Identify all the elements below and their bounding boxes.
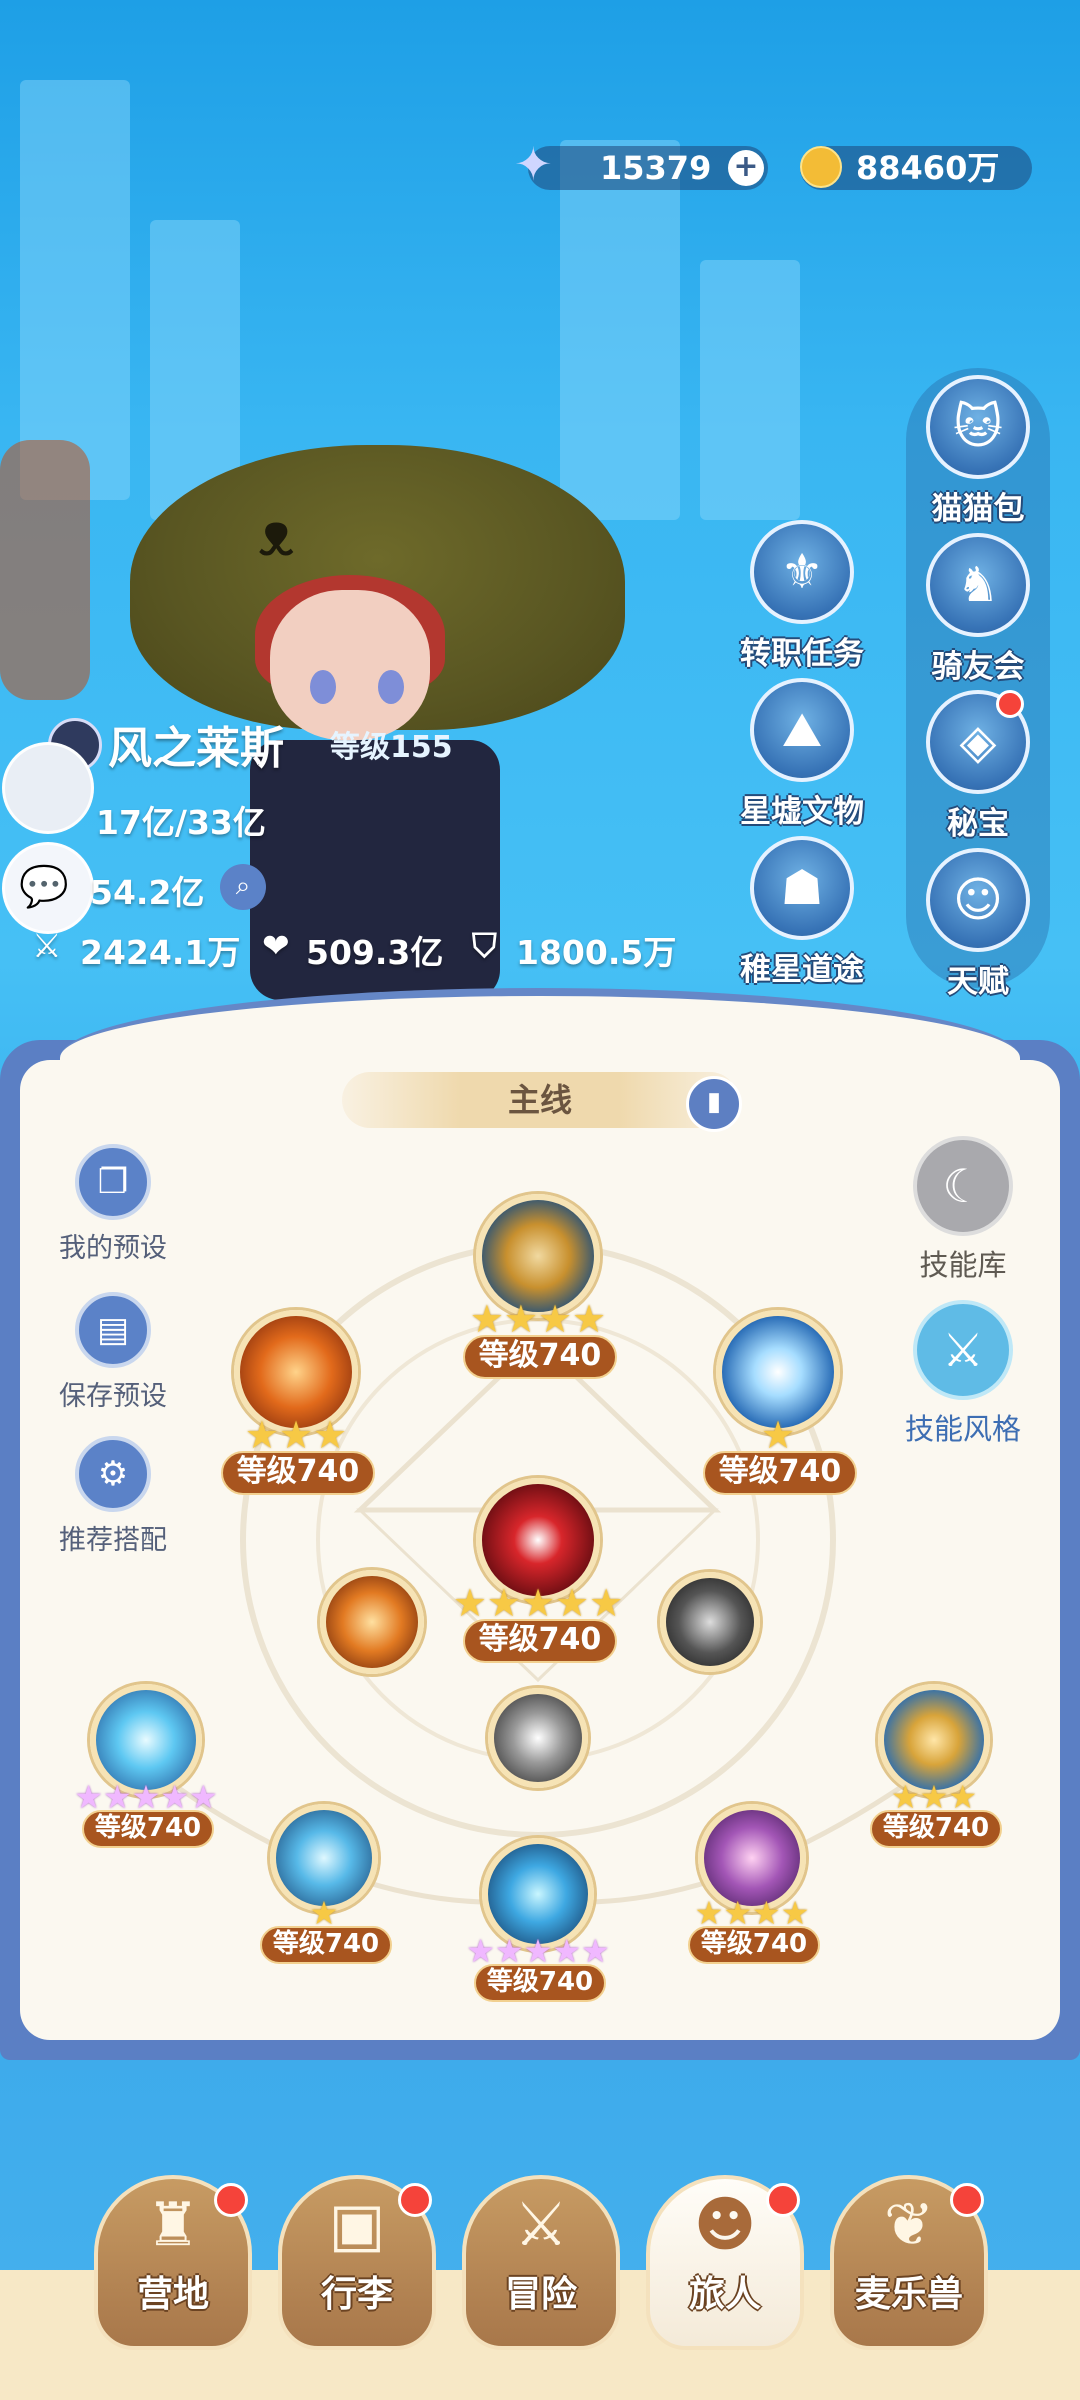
menu-horse[interactable]: ♞ 骑友会 <box>918 533 1038 686</box>
tab-mainline-label: 主线 <box>507 1081 572 1119</box>
friend-avatar[interactable] <box>2 742 94 834</box>
nav-label: 麦乐兽 <box>854 2274 963 2315</box>
sword-crystal-icon: ⚔ <box>913 1300 1013 1400</box>
player-hp: 509.3亿 <box>306 933 444 972</box>
nav-label: 行李 <box>320 2274 393 2315</box>
skill-level-badge: 等级740 <box>82 1810 214 1849</box>
chat-bubble-icon: 💬 <box>19 864 69 910</box>
nav-label: 营地 <box>136 2274 209 2315</box>
cat-bag-icon: 🐱 <box>926 375 1030 479</box>
preset-cards-icon: ❐ <box>75 1144 151 1220</box>
pet-companion[interactable] <box>0 440 90 700</box>
save-disk-icon: ▤ <box>75 1292 151 1368</box>
recommend-gears-icon: ⚙ <box>75 1436 151 1512</box>
menu-hood-face[interactable]: ☗ 稚星道途 <box>732 836 872 989</box>
skill-fire-orb-small-icon[interactable] <box>320 1570 424 1674</box>
notification-dot <box>766 2183 800 2217</box>
star-currency-bar: ✦ 15379 + <box>514 141 768 190</box>
notification-dot <box>214 2183 248 2217</box>
player-name: 风之莱斯 <box>108 723 284 774</box>
menu-job-change[interactable]: ⚜ 转职任务 <box>732 520 872 673</box>
skill-gray-burst-icon[interactable] <box>488 1688 588 1788</box>
nav-label: 旅人 <box>688 2274 761 2315</box>
coin-amount: 88460万 <box>856 149 1000 187</box>
menu-label: 秘宝 <box>947 806 1009 842</box>
skill-level-badge: 等级740 <box>221 1451 375 1496</box>
menu-treasure[interactable]: ◈ 秘宝 <box>918 690 1038 843</box>
skill-level-badge: 等级740 <box>260 1926 392 1965</box>
panel-btn-label: 技能库 <box>919 1248 1007 1282</box>
nav-label: 冒险 <box>504 2274 577 2315</box>
menu-cat-bag[interactable]: 🐱 猫猫包 <box>918 375 1038 528</box>
notification-dot <box>996 690 1024 718</box>
menu-brain-head[interactable]: ☺ 天赋 <box>918 848 1038 1001</box>
skill-level-badge: 等级740 <box>463 1335 617 1380</box>
moon-star-icon: ☾ <box>913 1136 1013 1236</box>
notification-dot <box>950 2183 984 2217</box>
panel-btn-label: 我的预设 <box>59 1233 167 1264</box>
nav-chest[interactable]: ▣ 行李 <box>278 2175 436 2350</box>
gold-coin-icon <box>800 146 842 188</box>
skill-gray-claw-icon[interactable] <box>660 1572 760 1672</box>
job-change-icon: ⚜ <box>750 520 854 624</box>
attack-icon: ⚔ <box>32 926 62 965</box>
panel-btn-label: 推荐搭配 <box>59 1525 167 1556</box>
player-defense: 1800.5万 <box>516 933 677 972</box>
panel-btn-save-disk[interactable]: ▤ 保存预设 <box>48 1292 178 1413</box>
menu-label: 星墟文物 <box>740 794 864 830</box>
menu-label: 猫猫包 <box>931 491 1025 527</box>
search-icon: ⌕ <box>235 871 251 901</box>
player-level: 等级155 <box>330 730 453 765</box>
star-crystal-icon: ✦ <box>514 137 553 191</box>
nav-traveler-portrait[interactable]: ☻ 旅人 <box>646 2175 804 2350</box>
power-detail-button[interactable]: ⌕ <box>220 864 266 910</box>
panel-btn-preset-cards[interactable]: ❐ 我的预设 <box>48 1144 178 1265</box>
player-exp: 17亿/33亿 <box>96 803 266 842</box>
menu-label: 天赋 <box>947 964 1009 1000</box>
add-star-button[interactable]: + <box>728 150 764 186</box>
skill-level-badge: 等级740 <box>463 1619 617 1664</box>
skill-level-badge: 等级740 <box>688 1926 820 1965</box>
tab-mainline[interactable]: 主线 <box>342 1072 738 1128</box>
player-attack: 2424.1万 <box>80 933 241 972</box>
shield-icon: ⛉ <box>472 926 497 965</box>
hood-face-icon: ☗ <box>750 836 854 940</box>
notification-dot <box>398 2183 432 2217</box>
nav-fox-pet[interactable]: ❦ 麦乐兽 <box>830 2175 988 2350</box>
book-icon: ▮ <box>706 1087 722 1117</box>
heart-icon: ❤ <box>262 926 290 965</box>
skill-level-badge: 等级740 <box>474 1964 606 2003</box>
menu-label: 稚星道途 <box>740 952 864 988</box>
nav-crossed-swords[interactable]: ⚔ 冒险 <box>462 2175 620 2350</box>
coin-currency-bar: 88460万 <box>800 146 1032 190</box>
skill-level-badge: 等级740 <box>870 1810 1002 1849</box>
star-amount: 15379 <box>600 149 712 187</box>
chat-button[interactable]: 💬 <box>2 842 94 934</box>
nav-castle[interactable]: ♜ 营地 <box>94 2175 252 2350</box>
menu-label: 骑友会 <box>931 649 1025 685</box>
menu-mountain-artifact[interactable]: ⛰ 星墟文物 <box>732 678 872 831</box>
panel-btn-recommend-gears[interactable]: ⚙ 推荐搭配 <box>48 1436 178 1557</box>
panel-btn-label: 保存预设 <box>59 1381 167 1412</box>
brain-head-icon: ☺ <box>926 848 1030 952</box>
menu-label: 转职任务 <box>740 636 864 672</box>
panel-btn-sword-crystal[interactable]: ⚔ 技能风格 <box>888 1300 1038 1448</box>
skill-level-badge: 等级740 <box>703 1451 857 1496</box>
horse-icon: ♞ <box>926 533 1030 637</box>
player-power: 54.2亿 <box>90 873 205 912</box>
crossed-swords-icon: ⚔ <box>514 2190 568 2260</box>
panel-btn-moon-star[interactable]: ☾ 技能库 <box>888 1136 1038 1284</box>
panel-btn-label: 技能风格 <box>904 1412 1021 1446</box>
mountain-artifact-icon: ⛰ <box>750 678 854 782</box>
panel-arch <box>60 988 1020 1066</box>
guide-book-button[interactable]: ▮ <box>686 1076 742 1132</box>
